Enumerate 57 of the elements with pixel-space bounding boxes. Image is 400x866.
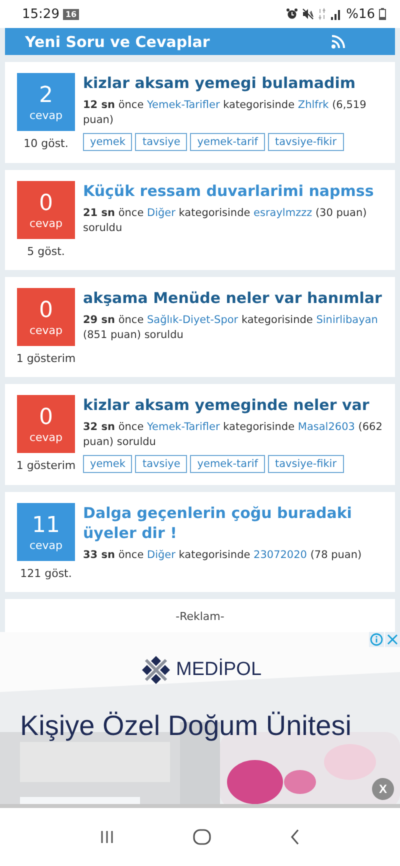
view-count: 1 gösterim bbox=[16, 352, 76, 365]
answer-count[interactable]: 11 cevap bbox=[17, 503, 75, 561]
ad-info-icon[interactable] bbox=[369, 632, 384, 647]
question-meta: 33 sn önce Diğer kategorisinde 23072020 (78 puan) bbox=[83, 548, 363, 563]
home-icon[interactable] bbox=[192, 829, 211, 845]
header-title: Yeni Soru ve Cevaplar bbox=[25, 32, 210, 50]
answer-count[interactable]: 0 cevap bbox=[17, 181, 75, 239]
answer-count[interactable]: 0 cevap bbox=[17, 288, 75, 346]
alarm-icon bbox=[286, 8, 298, 20]
signal-icon bbox=[330, 8, 342, 20]
question-title[interactable]: akşama Menüde neler var hanımlar bbox=[83, 288, 389, 308]
tag-link[interactable]: yemek bbox=[83, 455, 132, 473]
close-icon[interactable] bbox=[385, 632, 400, 647]
tag-link[interactable]: tavsiye-fikir bbox=[268, 455, 344, 473]
ad-headline: Kişiye Özel Doğum Ünitesi bbox=[20, 710, 352, 742]
battery-icon bbox=[379, 8, 386, 20]
question-meta: 12 sn önce Yemek-Tarifler kategorisinde Zhlfrk (6,519 puan) bbox=[83, 98, 368, 128]
clock-time: 15:29 bbox=[22, 6, 60, 22]
user-link[interactable]: 23072020 bbox=[254, 549, 307, 561]
question-title[interactable]: Dalga geçenlerin çoğu buradaki üyeler dir ! bbox=[83, 503, 389, 543]
category-link[interactable]: Yemek-Tarifler bbox=[147, 99, 220, 111]
view-count: 1 gösterim bbox=[16, 459, 76, 472]
battery-percent: %16 bbox=[346, 6, 375, 22]
user-link[interactable]: esraylmzzz bbox=[254, 207, 312, 219]
category-link[interactable]: Sağlık-Diyet-Spor bbox=[147, 314, 238, 326]
brand-name: MEDİPOL bbox=[176, 659, 262, 681]
data-arrows-icon bbox=[318, 8, 326, 20]
user-link[interactable]: Zhlfrk bbox=[298, 99, 329, 111]
answer-count[interactable]: 2 cevap bbox=[17, 73, 75, 131]
tag-link[interactable]: yemek-tarif bbox=[190, 455, 265, 473]
mute-icon bbox=[302, 8, 314, 20]
rss-icon[interactable] bbox=[331, 34, 345, 48]
tag-link[interactable]: tavsiye-fikir bbox=[268, 133, 344, 151]
back-icon[interactable] bbox=[290, 829, 300, 845]
tag-link[interactable]: yemek bbox=[83, 133, 132, 151]
question-title[interactable]: kizlar aksam yemegi bulamadim bbox=[83, 73, 389, 93]
tag-link[interactable]: tavsiye bbox=[135, 133, 188, 151]
user-link[interactable]: Masal2603 bbox=[298, 421, 355, 433]
question-meta: 21 sn önce Diğer kategorisinde esraylmzzz (30 puan) soruldu bbox=[83, 206, 368, 236]
answer-count[interactable]: 0 cevap bbox=[17, 395, 75, 453]
category-link[interactable]: Diğer bbox=[147, 549, 176, 561]
user-link[interactable]: Sinirlibayan bbox=[316, 314, 378, 326]
view-count: 5 göst. bbox=[27, 245, 65, 258]
calendar-notification: 16 bbox=[63, 8, 79, 20]
star-logo-icon bbox=[140, 654, 172, 686]
question-title[interactable]: kizlar aksam yemeginde neler var bbox=[83, 395, 389, 415]
tag-link[interactable]: tavsiye bbox=[135, 455, 188, 473]
view-count: 121 göst. bbox=[20, 567, 72, 580]
category-link[interactable]: Yemek-Tarifler bbox=[147, 421, 220, 433]
category-link[interactable]: Diğer bbox=[147, 207, 176, 219]
recents-icon[interactable] bbox=[100, 830, 114, 844]
ad-label: -Reklam- bbox=[176, 610, 224, 622]
question-meta: 32 sn önce Yemek-Tarifler kategorisinde Masal2603 (662 puan) soruldu bbox=[83, 420, 384, 450]
view-count: 10 göst. bbox=[24, 137, 68, 150]
question-meta: 29 sn önce Sağlık-Diyet-Spor kategorisinde Sinirlibayan (851 puan) soruldu bbox=[83, 313, 379, 343]
question-title[interactable]: Küçük ressam duvarlarimi napmss bbox=[83, 181, 389, 201]
tag-link[interactable]: yemek-tarif bbox=[190, 133, 265, 151]
